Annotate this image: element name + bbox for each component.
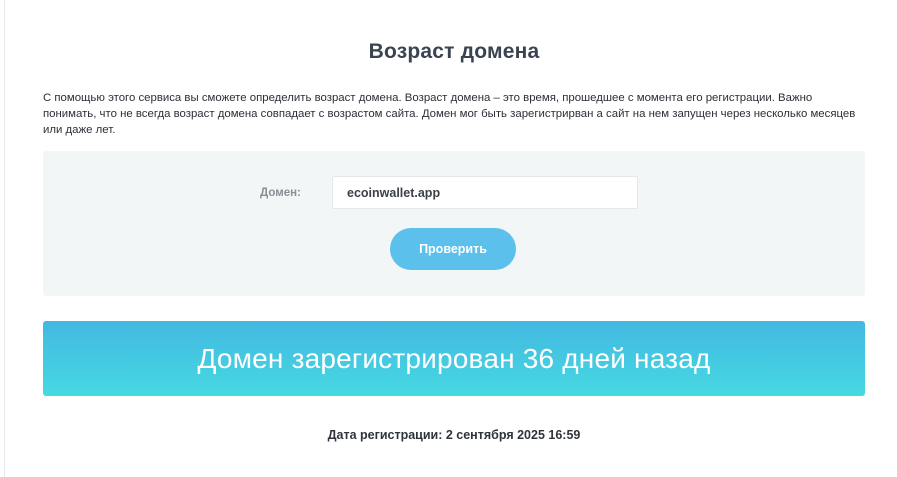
intro-text: С помощью этого сервиса вы сможете опред…	[43, 92, 856, 136]
check-button[interactable]: Проверить	[390, 228, 516, 270]
registration-date: Дата регистрации: 2 сентября 2025 16:59	[327, 428, 581, 442]
result-banner: Домен зарегистрирован 36 дней назад	[43, 321, 865, 396]
domain-label: Домен:	[260, 187, 301, 199]
result-banner-text: Домен зарегистрирован 36 дней назад	[197, 342, 711, 374]
page-title: Возраст домена	[368, 40, 540, 63]
main-content: Возраст домена С помощью этого сервиса в…	[43, 0, 865, 442]
domain-form-panel: Домен: Проверить	[43, 151, 865, 296]
domain-input[interactable]	[332, 176, 638, 209]
left-border-line	[4, 0, 5, 477]
